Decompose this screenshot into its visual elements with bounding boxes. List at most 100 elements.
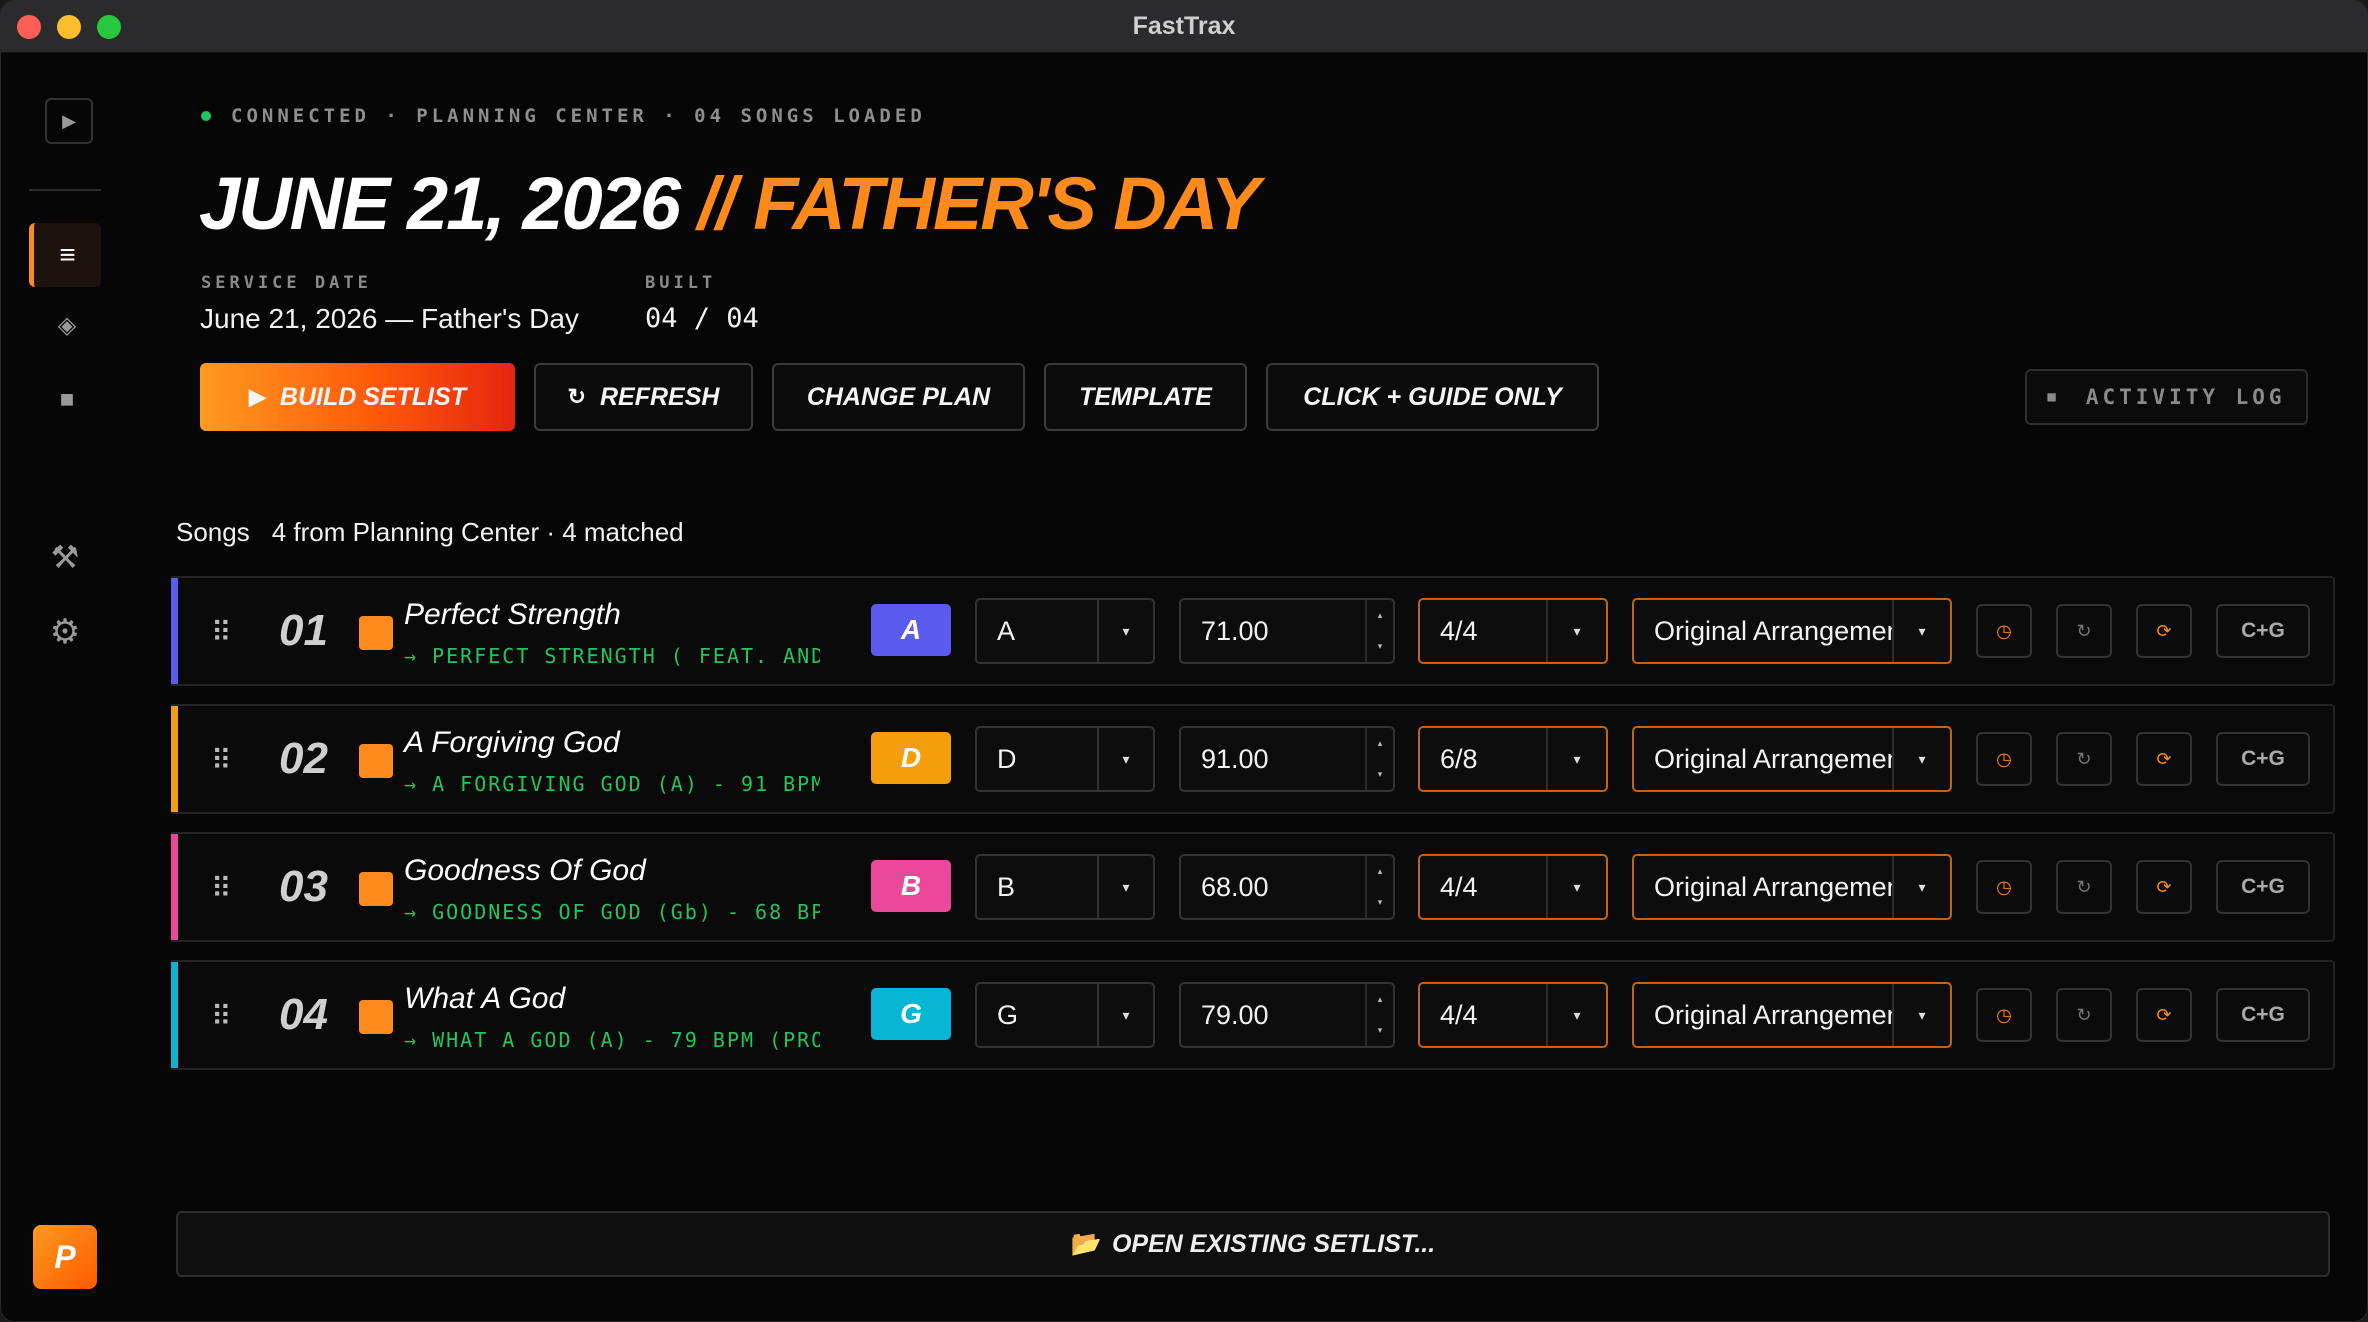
chevron-down-icon: ▾ [1546, 600, 1606, 662]
template-button[interactable]: TEMPLATE [1044, 363, 1247, 431]
click-guide-button[interactable]: C+G [2216, 732, 2310, 786]
loop-icon: ↻ [2076, 1004, 2092, 1025]
time-signature-value: 4/4 [1440, 871, 1478, 902]
key-badge: D [871, 732, 951, 784]
clock-button[interactable]: ◷ [1976, 732, 2032, 786]
gear-icon: ⚙ [49, 613, 81, 651]
loop-icon: ↻ [2076, 748, 2092, 769]
sync-button[interactable]: ⟳ [2136, 860, 2192, 914]
tempo-input[interactable]: 91.00 ▴ ▾ [1179, 726, 1395, 792]
refresh-button[interactable]: ↻ REFRESH [534, 363, 753, 431]
key-select[interactable]: A ▾ [975, 598, 1155, 664]
key-select[interactable]: D ▾ [975, 726, 1155, 792]
stepper-up-icon[interactable]: ▴ [1378, 738, 1383, 749]
song-title: Goodness Of God [404, 854, 646, 887]
tempo-stepper[interactable]: ▴ ▾ [1365, 984, 1393, 1046]
click-guide-button[interactable]: C+G [2216, 860, 2310, 914]
time-signature-select[interactable]: 4/4 ▾ [1418, 982, 1608, 1048]
title-bar: FastTrax [1, 1, 2367, 53]
sidebar: ▶ ≡ ◈ ■ ⚒ ⚙ P [1, 53, 131, 1321]
songs-header: Songs 4 from Planning Center · 4 matched [176, 517, 684, 548]
loop-button[interactable]: ↻ [2056, 988, 2112, 1042]
song-color-chip[interactable] [359, 744, 393, 778]
clock-button[interactable]: ◷ [1976, 860, 2032, 914]
tempo-stepper[interactable]: ▴ ▾ [1365, 728, 1393, 790]
time-signature-select[interactable]: 4/4 ▾ [1418, 598, 1608, 664]
stepper-up-icon[interactable]: ▴ [1378, 866, 1383, 877]
time-signature-value: 4/4 [1440, 999, 1478, 1030]
arrangement-select[interactable]: Original Arrangement ▾ [1632, 982, 1952, 1048]
drag-handle-icon[interactable]: ⠿ [211, 744, 232, 777]
tempo-stepper[interactable]: ▴ ▾ [1365, 600, 1393, 662]
song-color-chip[interactable] [359, 616, 393, 650]
sidebar-item-library[interactable]: ■ [45, 378, 89, 422]
click-guide-only-label: CLICK + GUIDE ONLY [1303, 382, 1562, 411]
key-badge: A [871, 604, 951, 656]
tempo-input[interactable]: 68.00 ▴ ▾ [1179, 854, 1395, 920]
sync-button[interactable]: ⟳ [2136, 732, 2192, 786]
songs-summary: 4 from Planning Center · 4 matched [271, 517, 684, 547]
tools-icon: ⚒ [50, 539, 80, 575]
chevron-down-icon: ▾ [1892, 856, 1950, 918]
song-number: 02 [279, 734, 328, 783]
song-number: 04 [279, 990, 328, 1039]
song-row-02[interactable]: ⠿ 02 A Forgiving God → A FORGIVING GOD (… [171, 704, 2335, 814]
song-color-chip[interactable] [359, 1000, 393, 1034]
planning-center-logo[interactable]: P [33, 1225, 97, 1289]
tempo-stepper[interactable]: ▴ ▾ [1365, 856, 1393, 918]
key-badge: B [871, 860, 951, 912]
sidebar-item-setlist[interactable]: ≡ [29, 223, 101, 287]
sync-button[interactable]: ⟳ [2136, 604, 2192, 658]
time-signature-select[interactable]: 4/4 ▾ [1418, 854, 1608, 920]
activity-log-button[interactable]: ■ ACTIVITY LOG [2025, 369, 2308, 425]
song-row-03[interactable]: ⠿ 03 Goodness Of God → GOODNESS OF GOD (… [171, 832, 2335, 942]
song-row-01[interactable]: ⠿ 01 Perfect Strength → PERFECT STRENGTH… [171, 576, 2335, 686]
chevron-down-icon: ▾ [1892, 728, 1950, 790]
arrangement-select[interactable]: Original Arrangement ▾ [1632, 726, 1952, 792]
drag-handle-icon[interactable]: ⠿ [211, 1000, 232, 1033]
stepper-down-icon[interactable]: ▾ [1378, 769, 1383, 780]
tempo-input[interactable]: 79.00 ▴ ▾ [1179, 982, 1395, 1048]
chevron-down-icon: ▾ [1892, 600, 1950, 662]
change-plan-button[interactable]: CHANGE PLAN [772, 363, 1025, 431]
key-select[interactable]: G ▾ [975, 982, 1155, 1048]
drag-handle-icon[interactable]: ⠿ [211, 872, 232, 905]
key-select[interactable]: B ▾ [975, 854, 1155, 920]
sync-icon: ⟳ [2156, 620, 2172, 641]
clock-button[interactable]: ◷ [1976, 604, 2032, 658]
clock-icon: ◷ [1996, 1004, 2012, 1025]
time-signature-select[interactable]: 6/8 ▾ [1418, 726, 1608, 792]
song-color-chip[interactable] [359, 872, 393, 906]
open-existing-setlist-button[interactable]: 📂 OPEN EXISTING SETLIST... [176, 1211, 2330, 1277]
click-guide-only-button[interactable]: CLICK + GUIDE ONLY [1266, 363, 1599, 431]
song-match-file: → A FORGIVING GOD (A) - 91 BPM (P [404, 772, 820, 796]
clock-button[interactable]: ◷ [1976, 988, 2032, 1042]
sidebar-item-settings[interactable]: ⚙ [41, 608, 89, 656]
tempo-value: 68.00 [1201, 871, 1269, 902]
arrangement-value: Original Arrangement [1654, 871, 1892, 902]
drag-handle-icon[interactable]: ⠿ [211, 616, 232, 649]
song-row-04[interactable]: ⠿ 04 What A God → WHAT A GOD (A) - 79 BP… [171, 960, 2335, 1070]
sidebar-item-tools[interactable]: ⚒ [41, 533, 89, 581]
arrangement-select[interactable]: Original Arrangement ▾ [1632, 598, 1952, 664]
stepper-down-icon[interactable]: ▾ [1378, 641, 1383, 652]
sidebar-play-button[interactable]: ▶ [45, 98, 93, 144]
stepper-down-icon[interactable]: ▾ [1378, 897, 1383, 908]
tempo-value: 79.00 [1201, 999, 1269, 1030]
stepper-up-icon[interactable]: ▴ [1378, 610, 1383, 621]
stepper-down-icon[interactable]: ▾ [1378, 1025, 1383, 1036]
build-setlist-button[interactable]: ▶ BUILD SETLIST [200, 363, 515, 431]
status-dot-icon [201, 111, 211, 121]
click-guide-button[interactable]: C+G [2216, 604, 2310, 658]
arrangement-select[interactable]: Original Arrangement ▾ [1632, 854, 1952, 920]
sidebar-item-diamond[interactable]: ◈ [45, 303, 89, 347]
loop-button[interactable]: ↻ [2056, 860, 2112, 914]
list-icon: ≡ [59, 239, 76, 270]
stepper-up-icon[interactable]: ▴ [1378, 994, 1383, 1005]
loop-button[interactable]: ↻ [2056, 732, 2112, 786]
sync-button[interactable]: ⟳ [2136, 988, 2192, 1042]
tempo-input[interactable]: 71.00 ▴ ▾ [1179, 598, 1395, 664]
loop-button[interactable]: ↻ [2056, 604, 2112, 658]
click-guide-button[interactable]: C+G [2216, 988, 2310, 1042]
service-date-label: SERVICE DATE [201, 273, 372, 293]
